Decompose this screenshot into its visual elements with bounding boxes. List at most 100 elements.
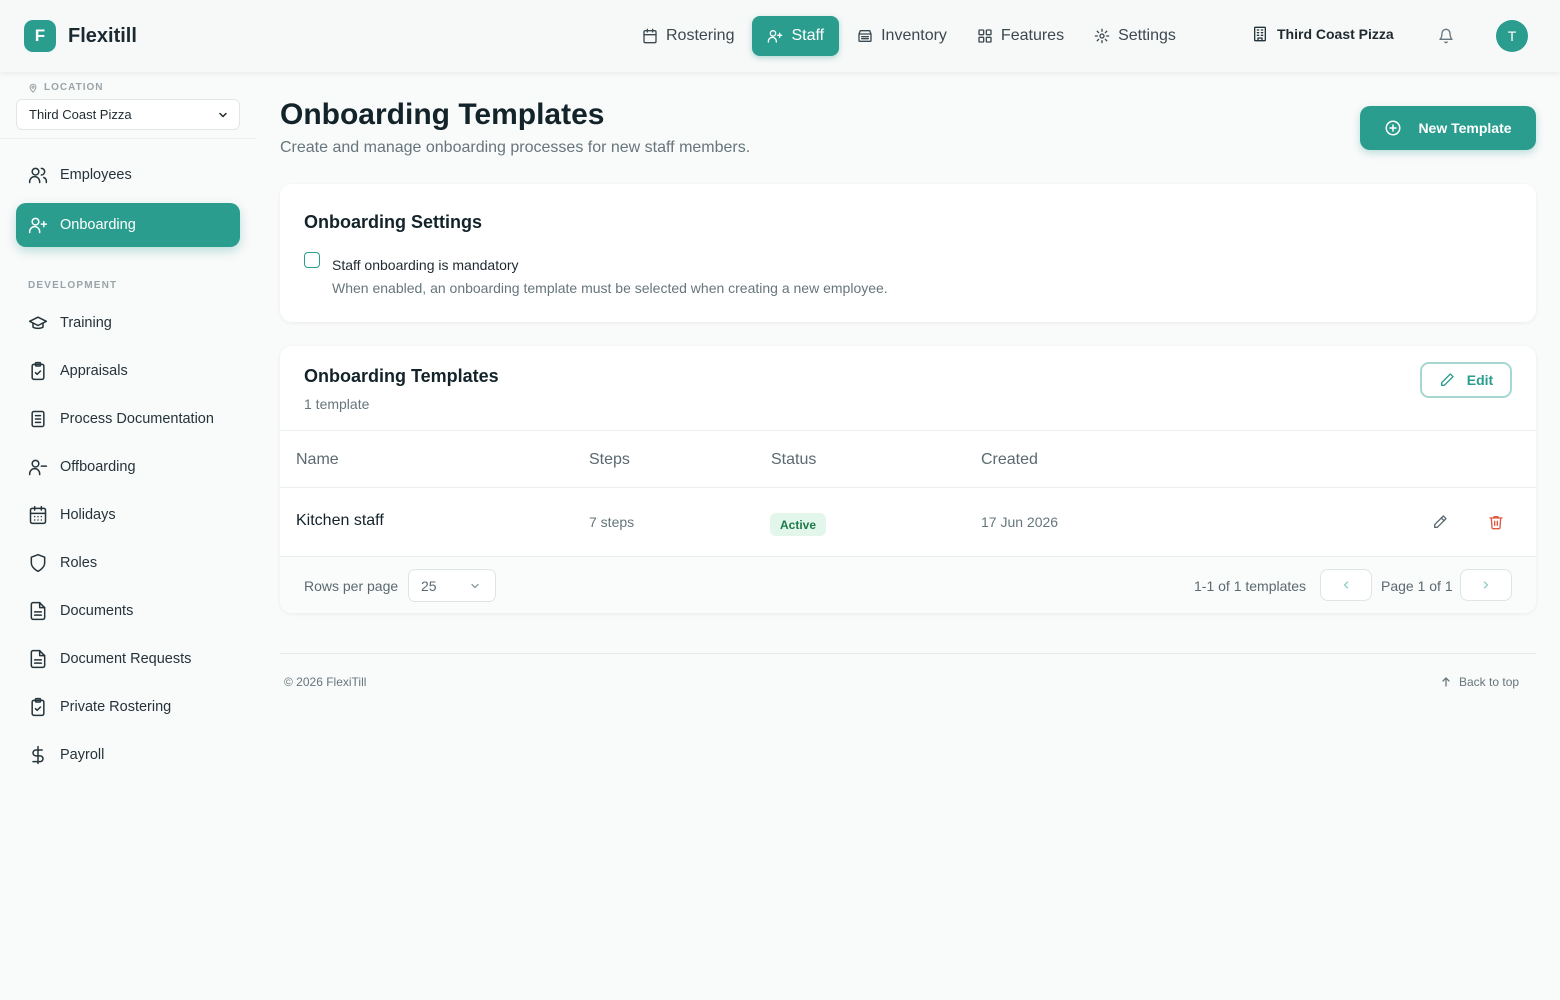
- pencil-icon: [1434, 515, 1447, 528]
- rows-per-page-label: Rows per page: [304, 578, 399, 594]
- sidebar-item-holidays[interactable]: Holidays: [16, 493, 240, 537]
- footer-divider: [280, 653, 1536, 654]
- rows-per-page-select[interactable]: 25: [408, 569, 496, 602]
- pagination-page: Page 1 of 1: [1381, 578, 1453, 594]
- avatar[interactable]: T: [1496, 20, 1528, 52]
- user-minus-icon: [28, 459, 48, 476]
- mandatory-onboarding-label[interactable]: Staff onboarding is mandatory: [332, 257, 519, 273]
- mandatory-onboarding-checkbox[interactable]: [304, 252, 320, 268]
- sidebar-item-process-documentation[interactable]: Process Documentation: [16, 397, 240, 441]
- nav-rostering[interactable]: Rostering: [630, 16, 746, 56]
- table-pagination: Rows per page 25 1-1 of 1 templates Page…: [280, 556, 1536, 613]
- sidebar-section-development: DEVELOPMENT: [28, 280, 118, 291]
- archive-icon: [858, 30, 872, 42]
- sidebar-item-label: Appraisals: [60, 363, 128, 379]
- row-delete-button[interactable]: [1488, 514, 1504, 530]
- row-edit-button[interactable]: [1432, 514, 1448, 530]
- onboarding-settings-card: Onboarding Settings Staff onboarding is …: [280, 184, 1536, 322]
- edit-button[interactable]: Edit: [1420, 362, 1512, 398]
- column-name[interactable]: Name: [296, 451, 339, 469]
- sidebar-item-label: Documents: [60, 603, 134, 619]
- table-row[interactable]: Kitchen staff 7 steps Active 17 Jun 2026: [280, 488, 1536, 556]
- shield-icon: [30, 553, 46, 573]
- column-steps[interactable]: Steps: [589, 451, 630, 469]
- users-icon: [768, 30, 783, 43]
- sidebar-item-label: Roles: [60, 555, 98, 571]
- sidebar-item-offboarding[interactable]: Offboarding: [16, 445, 240, 489]
- template-created: 17 Jun 2026: [981, 514, 1059, 530]
- chevron-right-icon: [1483, 581, 1489, 589]
- sidebar-item-label: Onboarding: [60, 217, 136, 233]
- location-select[interactable]: Third Coast Pizza: [16, 99, 240, 130]
- nav-label: Features: [1000, 27, 1065, 44]
- next-page-button[interactable]: [1460, 569, 1512, 601]
- settings-title: Onboarding Settings: [304, 212, 482, 232]
- chevron-left-icon: [1343, 581, 1349, 589]
- building-icon: [1254, 26, 1266, 42]
- edit-button-label: Edit: [1466, 372, 1494, 388]
- templates-count: 1 template: [304, 396, 370, 412]
- sidebar-item-payroll[interactable]: Payroll: [16, 733, 240, 777]
- column-status[interactable]: Status: [771, 451, 816, 469]
- previous-page-button[interactable]: [1320, 569, 1372, 601]
- status-badge: Active: [770, 513, 827, 536]
- clipboard-check-icon: [31, 361, 45, 381]
- grid-icon: [978, 29, 992, 43]
- brand-name: Flexitill: [68, 24, 137, 47]
- sidebar-item-onboarding[interactable]: Onboarding: [16, 203, 240, 247]
- nav-features[interactable]: Features: [965, 16, 1076, 56]
- nav-label: Settings: [1118, 27, 1176, 44]
- sidebar-item-employees[interactable]: Employees: [16, 153, 240, 197]
- sidebar-item-training[interactable]: Training: [16, 301, 240, 345]
- location-switcher-label: Third Coast Pizza: [1277, 26, 1394, 42]
- templates-title: Onboarding Templates: [304, 366, 499, 386]
- file-text-icon: [30, 601, 46, 621]
- sidebar-divider: [0, 138, 256, 139]
- new-template-button[interactable]: New Template: [1360, 106, 1536, 150]
- copyright: © 2026 FlexiTill: [284, 675, 367, 689]
- nav-label: Inventory: [881, 27, 947, 44]
- notifications-button[interactable]: [1438, 28, 1454, 44]
- mandatory-onboarding-description: When enabled, an onboarding template mus…: [332, 280, 888, 296]
- template-name[interactable]: Kitchen staff: [296, 512, 384, 530]
- graduation-cap-icon: [28, 316, 48, 330]
- location-switcher[interactable]: Third Coast Pizza: [1252, 26, 1394, 42]
- template-steps: 7 steps: [589, 514, 635, 530]
- brand-logo: F: [24, 20, 56, 52]
- sidebar-item-document-requests[interactable]: Document Requests: [16, 637, 240, 681]
- file-text-icon: [30, 649, 46, 669]
- nav-inventory[interactable]: Inventory: [845, 16, 959, 56]
- calendar-days-icon: [29, 505, 47, 525]
- dollar-icon: [32, 745, 44, 765]
- page-title: Onboarding Templates: [280, 98, 605, 131]
- main-nav: Rostering Staff Inventory Features Setti…: [630, 16, 1188, 56]
- sidebar-item-label: Employees: [60, 167, 132, 183]
- back-to-top-link[interactable]: Back to top: [1440, 675, 1519, 689]
- rows-per-page-value: 25: [421, 577, 437, 594]
- sidebar-item-label: Payroll: [60, 747, 105, 763]
- nav-staff[interactable]: Staff: [752, 16, 840, 56]
- column-created[interactable]: Created: [981, 451, 1038, 469]
- location-label-text: LOCATION: [44, 82, 104, 93]
- back-to-top-label: Back to top: [1459, 675, 1520, 689]
- arrow-up-icon: [1442, 677, 1450, 687]
- brand[interactable]: F Flexitill: [24, 20, 137, 52]
- sidebar-item-label: Holidays: [60, 507, 116, 523]
- nav-settings[interactable]: Settings: [1082, 16, 1188, 56]
- map-pin-icon: [29, 83, 37, 93]
- nav-label: Rostering: [666, 27, 735, 44]
- pencil-icon: [1440, 373, 1454, 386]
- sidebar-item-roles[interactable]: Roles: [16, 541, 240, 585]
- sidebar-item-label: Training: [60, 315, 112, 331]
- top-navigation-bar: F Flexitill Rostering Staff Inventory Fe…: [0, 0, 1560, 72]
- sidebar: LOCATION Third Coast Pizza Employees Onb…: [0, 72, 256, 1000]
- sidebar-item-label: Process Documentation: [60, 411, 214, 427]
- sidebar-item-appraisals[interactable]: Appraisals: [16, 349, 240, 393]
- sidebar-item-private-rostering[interactable]: Private Rostering: [16, 685, 240, 729]
- new-template-label: New Template: [1418, 120, 1512, 136]
- document-lines-icon: [31, 410, 45, 428]
- bell-icon: [1439, 28, 1453, 44]
- users-icon: [28, 167, 48, 184]
- sidebar-item-label: Offboarding: [60, 459, 136, 475]
- sidebar-item-documents[interactable]: Documents: [16, 589, 240, 633]
